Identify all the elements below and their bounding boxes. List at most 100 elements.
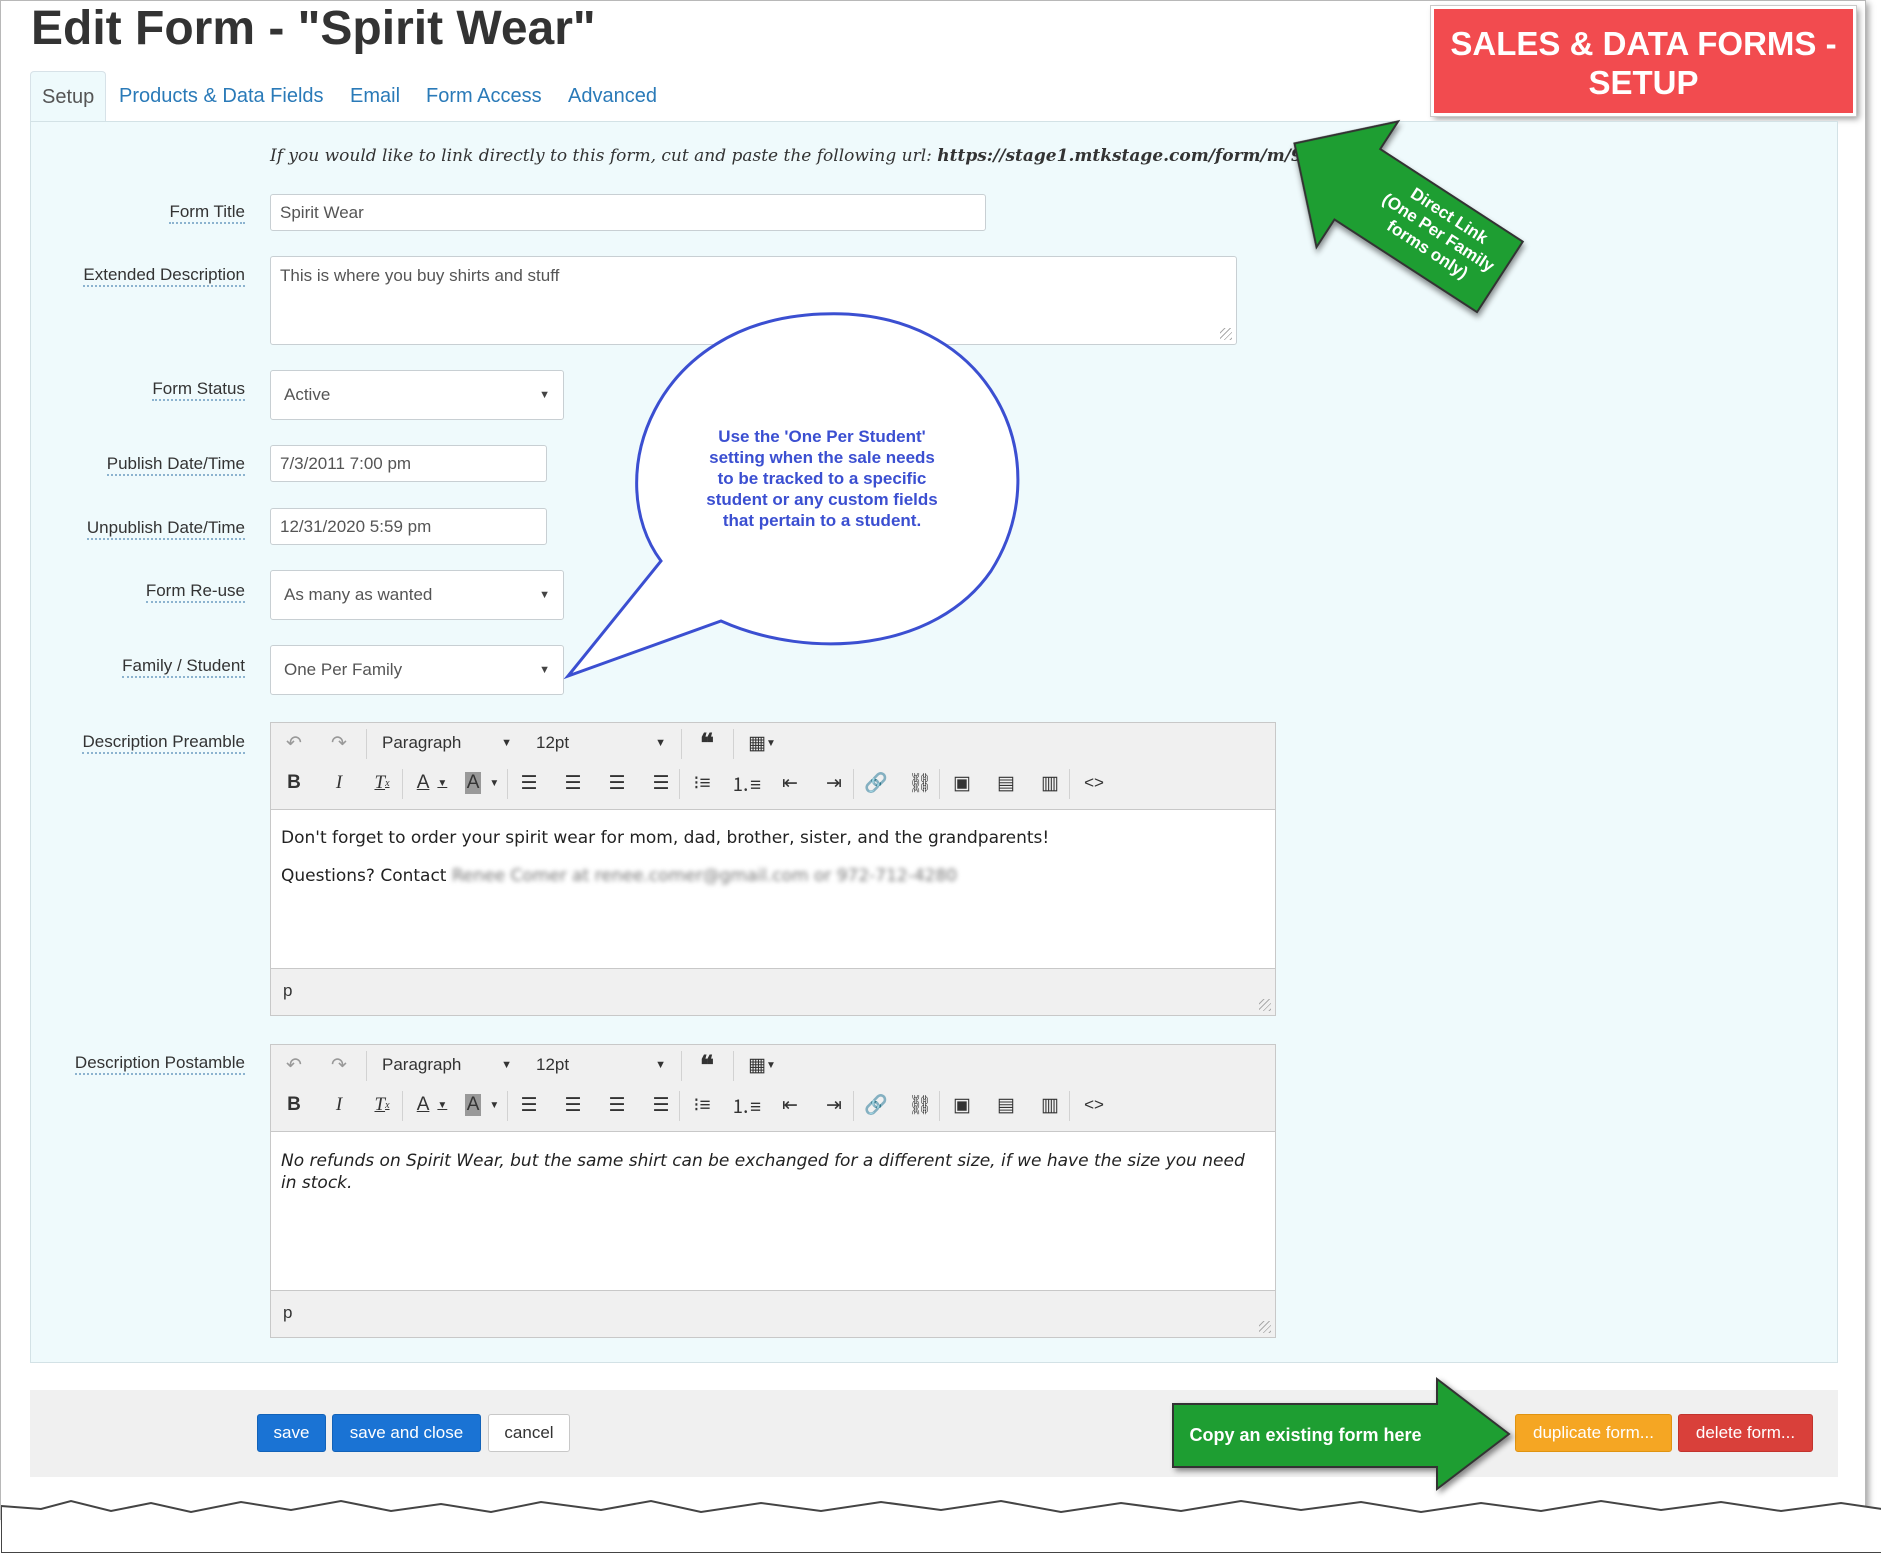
unlink-icon[interactable]: ⛓ bbox=[907, 769, 933, 797]
blockquote-icon[interactable]: ❝ bbox=[692, 1050, 722, 1080]
family-student-value: One Per Family bbox=[284, 660, 403, 679]
family-student-label: Family / Student bbox=[31, 656, 245, 678]
save-button[interactable]: save bbox=[257, 1414, 326, 1452]
postamble-status-bar: p bbox=[271, 1290, 1275, 1337]
align-center-icon[interactable]: ☰ bbox=[561, 769, 585, 797]
numbered-list-icon[interactable]: ⒈≡ bbox=[731, 769, 761, 797]
source-code-icon[interactable]: <> bbox=[1079, 1091, 1109, 1119]
link-icon[interactable]: 🔗 bbox=[863, 769, 889, 797]
direct-link-text: If you would like to link directly to th… bbox=[270, 146, 932, 166]
form-reuse-label: Form Re-use bbox=[31, 581, 245, 603]
delete-form-button[interactable]: delete form... bbox=[1678, 1414, 1813, 1452]
one-per-student-callout: Use the 'One Per Student' setting when t… bbox=[706, 427, 938, 530]
family-student-select[interactable]: One Per Family ▼ bbox=[270, 645, 564, 695]
align-left-icon[interactable]: ☰ bbox=[517, 1091, 541, 1119]
screenshot-frame: Edit Form - "Spirit Wear" SALES & DATA F… bbox=[0, 0, 1881, 1553]
indent-icon[interactable]: ⇥ bbox=[821, 1091, 847, 1119]
numbered-list-icon[interactable]: ⒈≡ bbox=[731, 1091, 761, 1119]
preamble-content[interactable]: Don't forget to order your spirit wear f… bbox=[271, 810, 1275, 988]
description-postamble-label: Description Postamble bbox=[31, 1053, 245, 1075]
undo-icon[interactable]: ↶ bbox=[283, 729, 305, 757]
outdent-icon[interactable]: ⇤ bbox=[777, 1091, 803, 1119]
browse-image-icon[interactable]: ▤ bbox=[993, 769, 1019, 797]
tab-email[interactable]: Email bbox=[339, 71, 411, 121]
bullet-list-icon[interactable]: ⁝≡ bbox=[689, 1091, 715, 1119]
undo-icon[interactable]: ↶ bbox=[283, 1051, 305, 1079]
extended-description-textarea[interactable]: This is where you buy shirts and stuff bbox=[270, 256, 1237, 345]
unpublish-date-input[interactable]: 12/31/2020 5:59 pm bbox=[270, 508, 547, 545]
source-code-icon[interactable]: <> bbox=[1079, 769, 1109, 797]
form-title-input[interactable]: Spirit Wear bbox=[270, 194, 986, 231]
bold-icon[interactable]: B bbox=[283, 769, 305, 797]
link-icon[interactable]: 🔗 bbox=[863, 1091, 889, 1119]
postamble-editor: ↶ ↷ Paragraph ▼ 12pt ▼ ❝ ▦ ▼ B I Tx A ▼ A ▼ ☰… bbox=[270, 1044, 1276, 1338]
resize-grip-icon[interactable] bbox=[1220, 328, 1232, 340]
preamble-line-2: Questions? Contact Renee Comer at renee.… bbox=[281, 866, 1265, 886]
unlink-icon[interactable]: ⛓ bbox=[907, 1091, 933, 1119]
font-size-dropdown[interactable]: 12pt ▼ bbox=[536, 1051, 666, 1079]
text-color-icon[interactable]: A ▼ bbox=[412, 1091, 452, 1119]
font-size-dropdown[interactable]: 12pt ▼ bbox=[536, 729, 666, 757]
duplicate-form-button[interactable]: duplicate form... bbox=[1515, 1414, 1672, 1452]
direct-link-row: If you would like to link directly to th… bbox=[270, 142, 1362, 170]
preamble-contact-redacted: Renee Comer at renee.comer@gmail.com or … bbox=[451, 866, 958, 886]
align-right-icon[interactable]: ☰ bbox=[605, 1091, 629, 1119]
preamble-contact-prefix: Questions? Contact bbox=[281, 866, 447, 886]
format-dropdown[interactable]: Paragraph ▼ bbox=[382, 729, 512, 757]
unpublish-date-label: Unpublish Date/Time bbox=[31, 518, 245, 540]
image-icon[interactable]: ▣ bbox=[949, 769, 975, 797]
preamble-element-path: p bbox=[283, 981, 293, 1000]
extended-description-label: Extended Description bbox=[31, 265, 245, 287]
chevron-down-icon: ▼ bbox=[539, 664, 550, 676]
postamble-content[interactable]: No refunds on Spirit Wear, but the same … bbox=[271, 1132, 1275, 1310]
indent-icon[interactable]: ⇥ bbox=[821, 769, 847, 797]
image-icon[interactable]: ▣ bbox=[949, 1091, 975, 1119]
tab-setup[interactable]: Setup bbox=[30, 71, 107, 123]
clear-format-icon[interactable]: Tx bbox=[371, 769, 393, 797]
torn-edge bbox=[1, 1499, 1881, 1553]
tab-form-access[interactable]: Form Access bbox=[415, 71, 553, 121]
background-color-icon[interactable]: A ▼ bbox=[461, 1091, 503, 1119]
postamble-element-path: p bbox=[283, 1303, 293, 1322]
save-and-close-button[interactable]: save and close bbox=[332, 1414, 481, 1452]
clear-format-icon[interactable]: Tx bbox=[371, 1091, 393, 1119]
justify-icon[interactable]: ☰ bbox=[649, 769, 673, 797]
chevron-down-icon: ▼ bbox=[539, 389, 550, 401]
format-dropdown[interactable]: Paragraph ▼ bbox=[382, 1051, 512, 1079]
outdent-icon[interactable]: ⇤ bbox=[777, 769, 803, 797]
table-icon[interactable]: ▦ ▼ bbox=[743, 729, 781, 757]
redo-icon[interactable]: ↷ bbox=[328, 1051, 350, 1079]
browse-image-icon[interactable]: ▤ bbox=[993, 1091, 1019, 1119]
copy-form-callout: Copy an existing form here bbox=[1189, 1425, 1422, 1445]
italic-icon[interactable]: I bbox=[328, 1091, 350, 1119]
resize-grip-icon[interactable] bbox=[1259, 999, 1271, 1011]
align-center-icon[interactable]: ☰ bbox=[561, 1091, 585, 1119]
tab-products-data-fields[interactable]: Products & Data Fields bbox=[108, 71, 335, 121]
align-left-icon[interactable]: ☰ bbox=[517, 769, 541, 797]
cancel-button[interactable]: cancel bbox=[488, 1414, 570, 1452]
italic-icon[interactable]: I bbox=[328, 769, 350, 797]
publish-date-input[interactable]: 7/3/2011 7:00 pm bbox=[270, 445, 547, 482]
blockquote-icon[interactable]: ❝ bbox=[692, 728, 722, 758]
align-right-icon[interactable]: ☰ bbox=[605, 769, 629, 797]
background-color-icon[interactable]: A ▼ bbox=[461, 769, 503, 797]
form-status-select[interactable]: Active ▼ bbox=[270, 370, 564, 420]
text-color-icon[interactable]: A ▼ bbox=[412, 769, 452, 797]
justify-icon[interactable]: ☰ bbox=[649, 1091, 673, 1119]
redo-icon[interactable]: ↷ bbox=[328, 729, 350, 757]
media-icon[interactable]: ▥ bbox=[1037, 769, 1063, 797]
publish-date-label: Publish Date/Time bbox=[31, 454, 245, 476]
tab-advanced[interactable]: Advanced bbox=[557, 71, 668, 121]
form-status-value: Active bbox=[284, 385, 331, 404]
resize-grip-icon[interactable] bbox=[1259, 1321, 1271, 1333]
form-status-label: Form Status bbox=[31, 379, 245, 401]
bullet-list-icon[interactable]: ⁝≡ bbox=[689, 769, 715, 797]
section-banner: SALES & DATA FORMS - SETUP bbox=[1431, 6, 1856, 116]
section-banner-text: SALES & DATA FORMS - SETUP bbox=[1450, 25, 1837, 101]
form-reuse-select[interactable]: As many as wanted ▼ bbox=[270, 570, 564, 620]
preamble-editor: ↶ ↷ Paragraph ▼ 12pt ▼ ❝ ▦ ▼ B I Tx A ▼ A ▼ ☰… bbox=[270, 722, 1276, 1016]
bold-icon[interactable]: B bbox=[283, 1091, 305, 1119]
table-icon[interactable]: ▦ ▼ bbox=[743, 1051, 781, 1079]
copy-button[interactable]: copy bbox=[1318, 143, 1362, 169]
media-icon[interactable]: ▥ bbox=[1037, 1091, 1063, 1119]
